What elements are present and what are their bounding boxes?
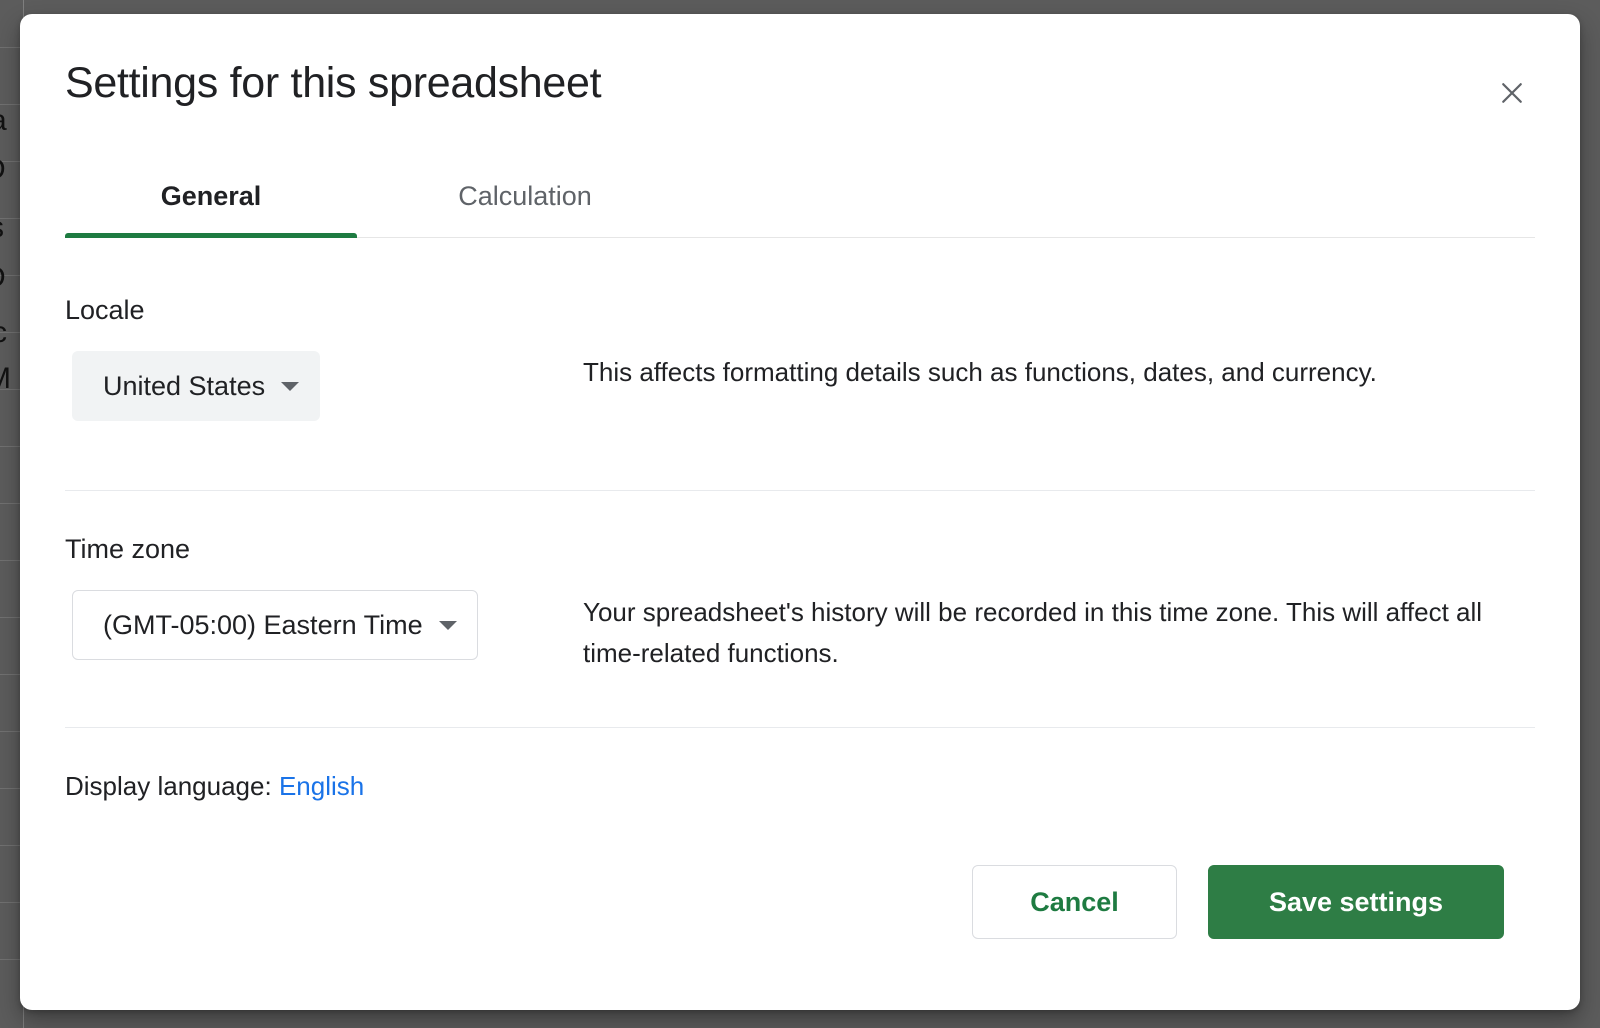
page-title: Settings for this spreadsheet: [65, 59, 601, 108]
cell-text-fragment: D: [0, 155, 6, 185]
save-settings-button[interactable]: Save settings: [1208, 865, 1504, 939]
chevron-down-icon: [281, 382, 299, 391]
close-button[interactable]: [1490, 71, 1534, 115]
timezone-description: Your spreadsheet's history will be recor…: [583, 592, 1503, 673]
close-icon: [1497, 78, 1527, 108]
cell-text-fragment: a: [0, 106, 7, 136]
tab-calculation[interactable]: Calculation: [385, 170, 665, 238]
locale-description: This affects formatting details such as …: [583, 352, 1443, 393]
tab-general[interactable]: General: [65, 170, 357, 238]
timezone-select-value: (GMT-05:00) Eastern Time: [103, 610, 423, 641]
locale-select[interactable]: United States: [72, 351, 320, 421]
cell-text-fragment: D: [0, 263, 6, 293]
display-language-label: Display language:: [65, 771, 272, 801]
section-divider: [65, 490, 1535, 491]
chevron-down-icon: [439, 621, 457, 630]
locale-select-value: United States: [103, 371, 265, 402]
display-language-row: Display language: English: [65, 771, 364, 802]
settings-dialog: Settings for this spreadsheet General Ca…: [20, 14, 1580, 1010]
display-language-link[interactable]: English: [279, 771, 364, 801]
cell-text-fragment: s: [0, 213, 4, 243]
active-tab-indicator: [65, 233, 357, 238]
cell-text-fragment: M: [0, 364, 11, 394]
cell-text-fragment: c: [0, 318, 7, 348]
timezone-label: Time zone: [65, 534, 190, 565]
timezone-select[interactable]: (GMT-05:00) Eastern Time: [72, 590, 478, 660]
tab-bar: General Calculation: [65, 170, 1535, 238]
cancel-button[interactable]: Cancel: [972, 865, 1177, 939]
locale-label: Locale: [65, 295, 145, 326]
section-divider: [65, 727, 1535, 728]
